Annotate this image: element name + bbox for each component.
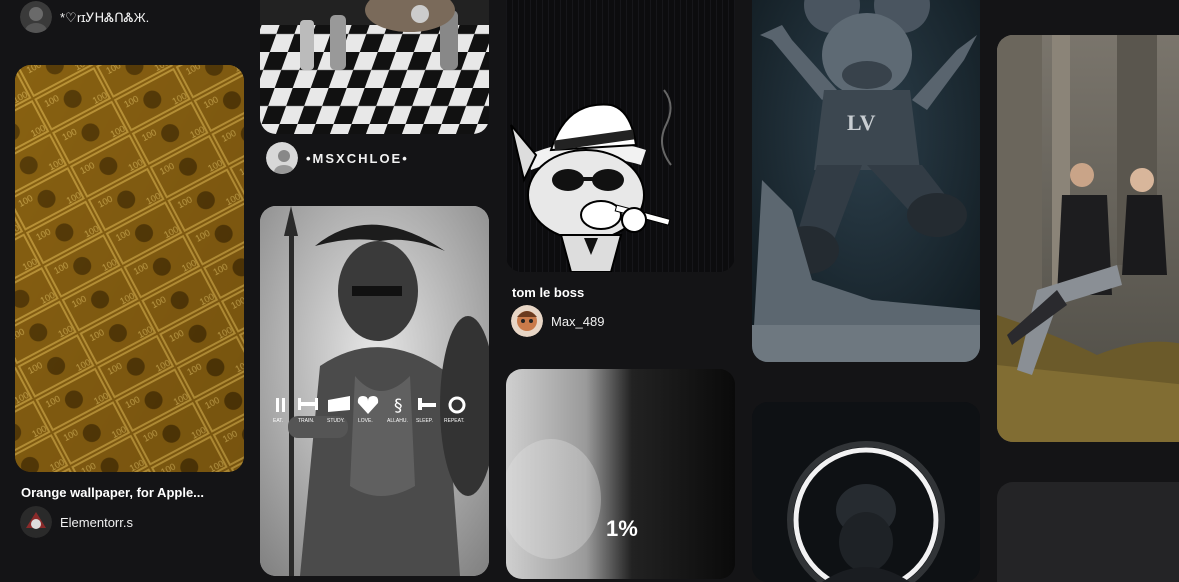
pin-image-spartan[interactable]: § EAT. TRAIN. STUDY. LOVE. ALLAHU. SLEEP… (260, 206, 489, 576)
svg-text:LV: LV (847, 110, 876, 135)
pin-author-top-col1[interactable]: *♡ꭇɪᎩᕼᏜᑎᏜЖ. (20, 1, 149, 33)
overlay-label: SLEEP. (416, 418, 433, 424)
pin-image-mickey[interactable]: LV (752, 0, 980, 362)
pin-title[interactable]: tom le boss (512, 285, 727, 300)
avatar (20, 506, 52, 538)
pin-image-buddha[interactable] (752, 402, 980, 582)
author-name: Max_489 (551, 313, 605, 329)
pin-image-placeholder[interactable] (997, 482, 1179, 582)
pin-title[interactable]: Orange wallpaper, for Apple... (21, 485, 236, 500)
author-name: Elementorr.s (60, 514, 133, 530)
overlay-text: 1% (606, 516, 638, 541)
author-name: *♡ꭇɪᎩᕼᏜᑎᏜЖ. (60, 10, 150, 25)
avatar (266, 142, 298, 174)
pin-image-couple[interactable] (997, 35, 1179, 442)
pin-author[interactable]: Max_489 (511, 305, 604, 337)
avatar (20, 1, 52, 33)
overlay-label: TRAIN. (298, 418, 314, 424)
overlay-label: LOVE. (358, 418, 373, 424)
author-name: •MSXCHLOE• (306, 150, 409, 166)
overlay-label: EAT. (273, 418, 283, 424)
overlay-label: STUDY. (327, 418, 345, 424)
overlay-label: REPEAT. (444, 418, 464, 424)
pin-image-one-percent[interactable]: 1% (506, 369, 735, 579)
pin-author[interactable]: Elementorr.s (20, 506, 133, 538)
svg-text:§: § (394, 396, 403, 416)
pin-image-money[interactable]: 100 100 (15, 65, 244, 472)
pin-image-chess[interactable] (260, 0, 489, 134)
pin-image-cat[interactable] (506, 0, 735, 272)
overlay-label: ALLAHU. (387, 418, 408, 424)
avatar (511, 305, 543, 337)
pin-author-top-col2[interactable]: •MSXCHLOE• (266, 142, 409, 174)
